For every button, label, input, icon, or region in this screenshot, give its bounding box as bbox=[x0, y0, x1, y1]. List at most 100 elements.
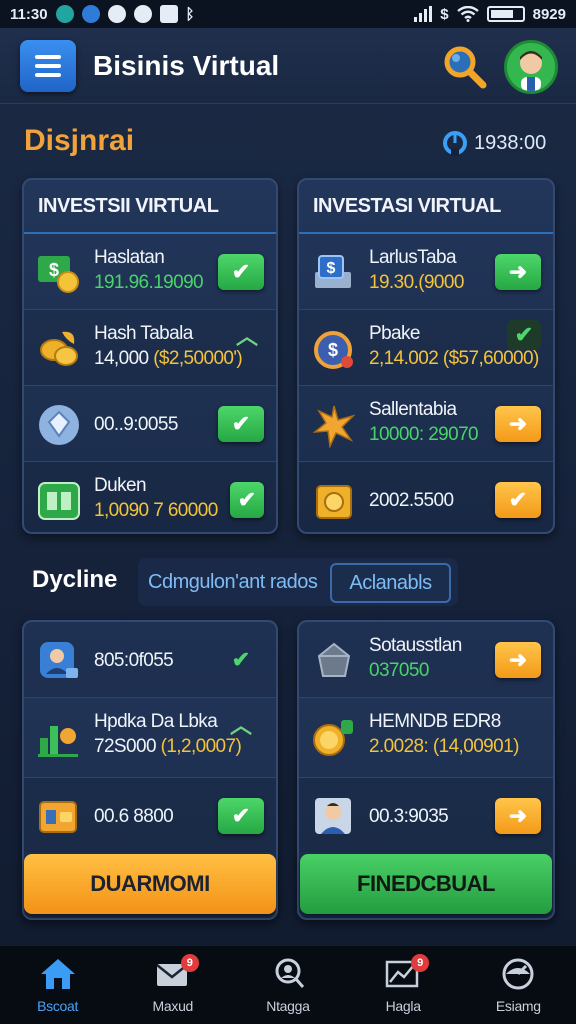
check-button[interactable]: ✔ bbox=[230, 482, 264, 518]
filter-field-text: Cdmgulon'ant rados bbox=[148, 571, 318, 593]
item-value-secondary: (14,00901) bbox=[432, 736, 520, 757]
list-item[interactable]: Duken 1,0090 7 60000 ✔ bbox=[24, 462, 276, 532]
bottom-nav: Bscoat 9 Maxud Ntagga 9 Hagla Esiamg bbox=[0, 946, 576, 1024]
expand-button[interactable]: ︿ bbox=[230, 320, 264, 350]
item-value: 2002.5500 bbox=[369, 490, 454, 511]
nav-item-chart[interactable]: 9 Hagla bbox=[355, 954, 451, 1014]
notification-icon bbox=[55, 5, 74, 23]
list-item[interactable]: 00.6 8800 ✔ bbox=[24, 778, 276, 852]
check-button[interactable]: ✔ bbox=[218, 406, 264, 442]
list-item[interactable]: $ Pbake 2,14.002 ($57,60000) ✔ bbox=[299, 310, 553, 386]
check-button[interactable]: ✔ bbox=[507, 320, 541, 350]
settings-gauge-icon bbox=[502, 958, 534, 990]
dashboard-stat: 1938:00 bbox=[442, 130, 546, 156]
list-item[interactable]: $ LarlusTaba 19.30.(9000 ➜ bbox=[299, 234, 553, 310]
nav-item-settings[interactable]: Esiamg bbox=[470, 956, 566, 1014]
item-name: Hash Tabala bbox=[94, 323, 193, 344]
status-right-text: 8929 bbox=[532, 5, 566, 23]
item-value: 037050 bbox=[369, 660, 429, 681]
item-value: 191.96.19090 bbox=[94, 272, 204, 293]
list-item[interactable]: 805:0f055 ✔ bbox=[24, 622, 276, 698]
arrow-button[interactable]: ➜ bbox=[495, 406, 541, 442]
nav-label: Bscoat bbox=[37, 998, 79, 1014]
section-title: Dycline bbox=[32, 566, 118, 593]
panel-title: INVESTASI VIRTUAL bbox=[299, 180, 553, 234]
gold-coin-icon bbox=[316, 485, 352, 519]
item-value: 14,000 bbox=[94, 348, 149, 369]
arrow-right-icon: ➜ bbox=[508, 259, 528, 284]
check-button[interactable]: ✔ bbox=[218, 642, 264, 678]
home-icon bbox=[40, 959, 75, 989]
check-icon: ✔ bbox=[508, 487, 528, 512]
profile-search-icon bbox=[275, 958, 305, 988]
nav-label: Maxud bbox=[152, 998, 194, 1014]
menu-button[interactable] bbox=[20, 40, 76, 92]
list-item[interactable]: 00.3:9035 ➜ bbox=[299, 778, 553, 852]
nav-item-profile[interactable]: Ntagga bbox=[240, 956, 336, 1014]
arrow-button[interactable]: ➜ bbox=[495, 254, 541, 290]
check-icon: ✔ bbox=[237, 487, 257, 512]
list-item[interactable]: Sotausstlan 037050 ➜ bbox=[299, 622, 553, 698]
chevron-up-icon: ︿ bbox=[235, 324, 258, 349]
check-icon: ✔ bbox=[231, 803, 251, 828]
check-button[interactable]: ✔ bbox=[495, 482, 541, 518]
sync-icon bbox=[107, 5, 126, 23]
avatar-icon[interactable] bbox=[504, 40, 558, 94]
item-value: 00.6 8800 bbox=[94, 806, 174, 827]
star-burst-icon bbox=[312, 405, 356, 448]
dashboard-title: Disjnrai bbox=[24, 124, 135, 157]
list-item[interactable]: 00..9:0055 ✔ bbox=[24, 386, 276, 462]
item-value: 805:0f055 bbox=[94, 650, 174, 671]
item-value-secondary: ($2,50000') bbox=[153, 348, 243, 369]
item-name: Sotausstlan bbox=[369, 635, 462, 656]
status-time: 11:30 bbox=[10, 5, 48, 23]
hamburger-icon bbox=[35, 55, 61, 59]
stat-value: 1938:00 bbox=[474, 131, 547, 154]
bar-chart-icon bbox=[38, 726, 78, 757]
list-item[interactable]: Hpdka Da Lbka 72S000 (1,2,0007) ︿ bbox=[24, 698, 276, 778]
nav-item-mail[interactable]: 9 Maxud bbox=[125, 954, 221, 1014]
nav-item-home[interactable]: Bscoat bbox=[10, 956, 106, 1014]
item-value: 10000: 29070 bbox=[369, 424, 479, 445]
panel-investment-left: INVESTSII VIRTUAL $ Haslatan 191.96.1909… bbox=[22, 178, 278, 534]
status-bar: 11:30 ᛒ $ 8929 bbox=[0, 0, 576, 28]
primary-orange-button[interactable]: DUARMOMI bbox=[24, 854, 276, 914]
gallery-icon bbox=[159, 5, 178, 23]
filter-chip[interactable]: Aclanabls bbox=[330, 563, 451, 603]
dollar-bill-icon: $ bbox=[38, 256, 79, 293]
chevron-up-icon: ︿ bbox=[229, 713, 252, 738]
search-icon[interactable] bbox=[440, 42, 488, 90]
arrow-button[interactable]: ➜ bbox=[495, 798, 541, 834]
item-value: 1,0090 7 60000 bbox=[94, 500, 218, 521]
app-bar: Bisinis Virtual bbox=[0, 28, 576, 104]
item-name: LarlusTaba bbox=[369, 247, 457, 268]
signal-icon bbox=[414, 6, 433, 22]
list-item[interactable]: $ Haslatan 191.96.19090 ✔ bbox=[24, 234, 276, 310]
primary-green-button[interactable]: FINEDCBUAL bbox=[300, 854, 552, 914]
nav-label: Esiamg bbox=[495, 998, 541, 1014]
nav-label: Ntagga bbox=[266, 998, 310, 1014]
svg-text:$: $ bbox=[49, 260, 59, 280]
expand-button[interactable]: ︿ bbox=[218, 706, 264, 742]
panel-title: INVESTSII VIRTUAL bbox=[24, 180, 276, 234]
bluetooth-icon: ᛒ bbox=[185, 5, 195, 23]
list-item[interactable]: Sallentabia 10000: 29070 ➜ bbox=[299, 386, 553, 462]
crystal-icon bbox=[317, 642, 351, 677]
item-value: 2.0028: bbox=[369, 736, 429, 757]
item-name: HEMNDB EDR8 bbox=[369, 711, 501, 732]
dollar-icon: $ bbox=[440, 5, 449, 23]
item-value: 00.3:9035 bbox=[369, 806, 449, 827]
list-item[interactable]: HEMNDB EDR8 2.0028: (14,00901) bbox=[299, 698, 553, 778]
list-item[interactable]: Hash Tabala 14,000 ($2,50000') ︿ bbox=[24, 310, 276, 386]
check-button[interactable]: ✔ bbox=[218, 798, 264, 834]
arrow-button[interactable]: ➜ bbox=[495, 642, 541, 678]
check-icon: ✔ bbox=[231, 259, 251, 284]
check-button[interactable]: ✔ bbox=[218, 254, 264, 290]
money-bag-icon: $ bbox=[314, 331, 353, 369]
list-item[interactable]: 2002.5500 ✔ bbox=[299, 462, 553, 532]
check-icon: ✔ bbox=[231, 411, 251, 436]
diamond-icon bbox=[39, 405, 79, 445]
browser-icon bbox=[81, 5, 100, 23]
item-value: 19.30.(9000 bbox=[369, 272, 464, 293]
arrow-right-icon: ➜ bbox=[508, 411, 528, 436]
